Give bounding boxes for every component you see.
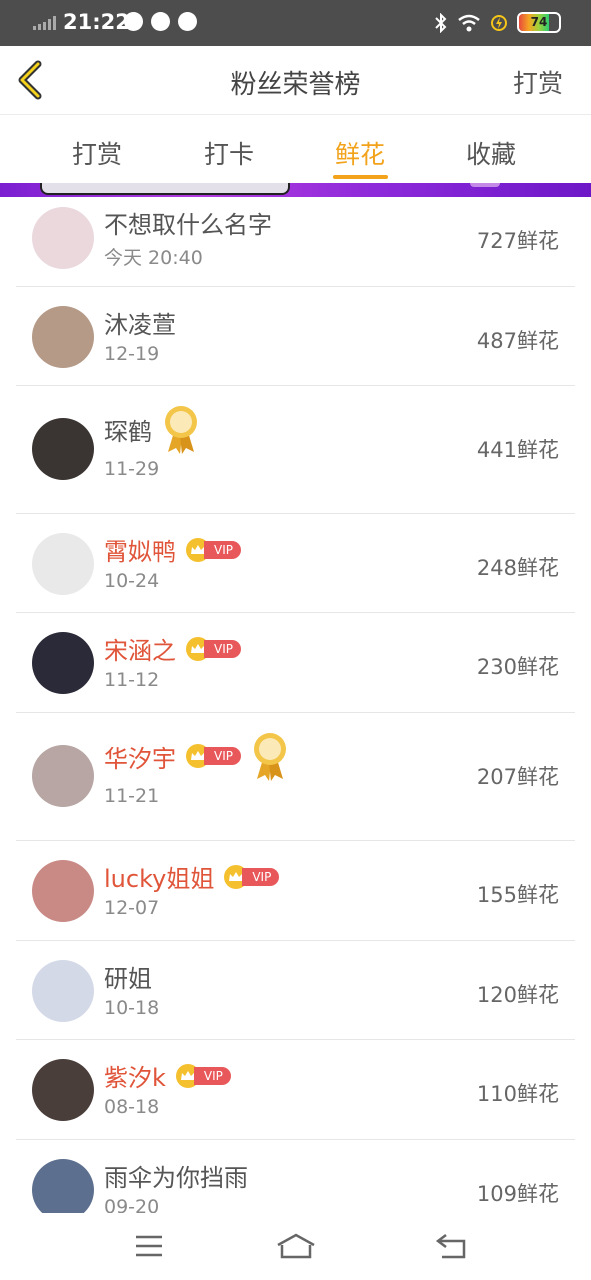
flower-count: 120鲜花 [476, 983, 559, 1007]
fan-row[interactable]: 霄姒鸭 VIP 10-24 248鲜花 [16, 514, 575, 613]
flower-count: 110鲜花 [476, 1082, 559, 1106]
app-header: 粉丝荣誉榜 打赏 [0, 46, 591, 115]
fan-list: 不想取什么名字今天 20:40 727鲜花沐凌萱 12-19 487鲜花琛鹤 11-29… [0, 197, 591, 1241]
avatar[interactable] [32, 306, 94, 368]
tab-bar: 打赏 打卡 鲜花 收藏 [0, 115, 591, 183]
avatar[interactable] [32, 418, 94, 480]
fan-name[interactable]: lucky姐姐 [104, 859, 214, 894]
signal-icon [33, 16, 56, 30]
charging-icon [491, 14, 507, 31]
avatar[interactable] [32, 632, 94, 694]
vip-badge: VIP [186, 537, 241, 562]
fan-name[interactable]: 雨伞为你挡雨 [104, 1158, 248, 1193]
vip-badge: VIP [186, 636, 241, 661]
fan-name-line: lucky姐姐 VIP [104, 859, 280, 894]
avatar[interactable] [32, 1159, 94, 1221]
battery-percent: 74 [530, 15, 548, 29]
status-time: 21:22 [63, 10, 130, 34]
vip-label: VIP [204, 540, 241, 559]
vip-badge: VIP [186, 744, 241, 768]
fan-name[interactable]: 霄姒鸭 [104, 532, 176, 567]
avatar[interactable] [32, 960, 94, 1022]
fan-name[interactable]: 不想取什么名字 [104, 205, 272, 240]
alarm-icon [178, 12, 197, 31]
tab-flowers[interactable]: 鲜花 [335, 135, 385, 171]
fan-row[interactable]: 琛鹤 11-29 441鲜花 [16, 386, 575, 514]
reward-button[interactable]: 打赏 [513, 64, 563, 100]
fan-name-line: 不想取什么名字 [104, 205, 272, 240]
system-nav-bar [0, 1213, 591, 1280]
fan-name-line: 雨伞为你挡雨 [104, 1158, 248, 1193]
fan-date: 11-29 [104, 458, 160, 480]
fan-name[interactable]: 华汐宇 [104, 739, 176, 774]
fan-name-line: 紫汐k VIP [104, 1058, 231, 1093]
fan-row[interactable]: lucky姐姐 VIP 12-07 155鲜花 [16, 841, 575, 941]
fan-name[interactable]: 宋涵之 [104, 631, 176, 666]
vip-label: VIP [193, 1066, 231, 1085]
tab-favorites[interactable]: 收藏 [466, 135, 516, 171]
flower-count: 155鲜花 [476, 883, 559, 907]
fan-row[interactable]: 宋涵之 VIP 11-12 230鲜花 [16, 613, 575, 713]
flower-count: 727鲜花 [476, 229, 559, 253]
banner-card[interactable] [40, 183, 290, 195]
wifi-icon [458, 14, 480, 31]
flower-count: 109鲜花 [476, 1182, 559, 1206]
level-medal-icon [165, 406, 197, 454]
vip-label: VIP [204, 639, 241, 658]
menu-icon[interactable] [130, 1231, 170, 1261]
avatar[interactable] [32, 745, 94, 807]
flower-count: 441鲜花 [476, 438, 559, 462]
fan-date: 10-24 [104, 570, 160, 592]
status-bar: 21:22 74 [0, 0, 591, 46]
vip-badge: VIP [224, 864, 280, 889]
bluetooth-icon [435, 12, 447, 33]
fan-name[interactable]: 研姐 [104, 959, 152, 994]
flower-count: 230鲜花 [476, 655, 559, 679]
flower-count: 207鲜花 [476, 765, 559, 789]
fan-date: 11-21 [104, 785, 160, 807]
avatar[interactable] [32, 860, 94, 922]
fan-date: 11-12 [104, 669, 160, 691]
tab-checkin[interactable]: 打卡 [204, 135, 254, 171]
fan-row[interactable]: 不想取什么名字今天 20:40 727鲜花 [16, 197, 575, 287]
active-tab-indicator [333, 175, 388, 179]
vip-badge: VIP [175, 1063, 231, 1088]
tab-reward[interactable]: 打赏 [72, 135, 122, 171]
fan-name[interactable]: 琛鹤 [104, 412, 152, 447]
fan-name-line: 琛鹤 [104, 404, 200, 454]
avatar[interactable] [32, 1059, 94, 1121]
vip-label: VIP [242, 867, 280, 886]
fan-date: 12-19 [104, 343, 160, 365]
home-icon[interactable] [276, 1231, 316, 1261]
fan-row[interactable]: 沐凌萱 12-19 487鲜花 [16, 287, 575, 386]
avatar[interactable] [32, 533, 94, 595]
flower-count: 487鲜花 [476, 329, 559, 353]
fan-date: 08-18 [104, 1096, 160, 1118]
fan-date: 10-18 [104, 997, 160, 1019]
level-medal-icon [253, 733, 286, 781]
page-title: 粉丝荣誉榜 [230, 70, 361, 100]
fan-row[interactable]: 紫汐k VIP 08-18 110鲜花 [16, 1040, 575, 1140]
fan-name[interactable]: 紫汐k [104, 1058, 166, 1093]
fan-name-line: 研姐 [104, 959, 152, 994]
flower-count: 248鲜花 [476, 556, 559, 580]
notification-icon [124, 12, 143, 31]
fan-name-line: 华汐宇 VIP [104, 731, 289, 781]
avatar[interactable] [32, 207, 94, 269]
vip-label: VIP [204, 747, 241, 765]
fan-row[interactable]: 研姐 10-18 120鲜花 [16, 941, 575, 1040]
wechat-icon [151, 12, 170, 31]
banner-tab [470, 183, 500, 187]
fan-row[interactable]: 华汐宇 VIP 11-21 207鲜花 [16, 713, 575, 841]
fan-name-line: 霄姒鸭 VIP [104, 532, 241, 567]
fan-date: 12-07 [104, 897, 160, 919]
fan-date: 今天 20:40 [104, 247, 203, 269]
fan-name-line: 宋涵之 VIP [104, 631, 241, 666]
fan-name[interactable]: 沐凌萱 [104, 305, 176, 340]
fan-name-line: 沐凌萱 [104, 305, 176, 340]
battery-icon: 74 [517, 12, 561, 33]
back-icon[interactable] [432, 1231, 472, 1261]
